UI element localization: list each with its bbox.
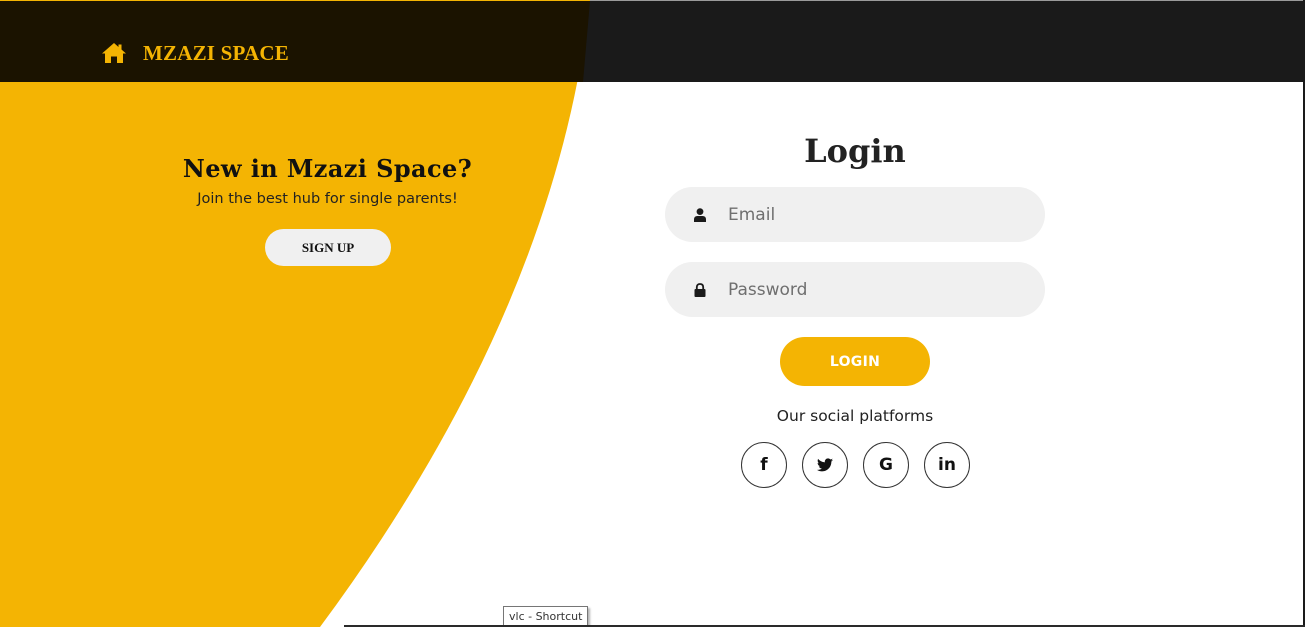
login-title: Login [804,132,906,170]
twitter-button[interactable] [802,442,848,488]
signup-button[interactable]: SIGN UP [265,229,391,266]
lock-icon [693,282,707,298]
password-input[interactable] [726,278,1030,301]
user-icon [693,207,707,223]
promo-title: New in Mzazi Space? [182,154,473,183]
navbar: MZAZI SPACE [0,1,1305,82]
linkedin-button[interactable]: in [924,442,970,488]
brand-link[interactable]: MZAZI SPACE [101,35,289,71]
login-button[interactable]: LOGIN [780,337,930,386]
social-heading: Our social platforms [776,407,934,425]
yellow-background-panel [0,0,1305,627]
linkedin-icon: in [938,455,956,475]
brand-name: MZAZI SPACE [143,41,289,65]
home-icon [102,43,126,63]
taskbar-tooltip: vlc - Shortcut [503,606,589,627]
signup-promo: New in Mzazi Space? Join the best hub fo… [170,150,485,266]
facebook-button[interactable]: f [741,442,787,488]
twitter-icon [817,458,833,472]
social-icons: f G in [741,442,970,488]
google-button[interactable]: G [863,442,909,488]
password-field[interactable] [665,262,1045,317]
facebook-icon: f [760,455,768,475]
promo-subtitle: Join the best hub for single parents! [197,191,458,207]
google-icon: G [879,455,893,475]
email-field[interactable] [665,187,1045,242]
email-input[interactable] [726,203,1030,226]
